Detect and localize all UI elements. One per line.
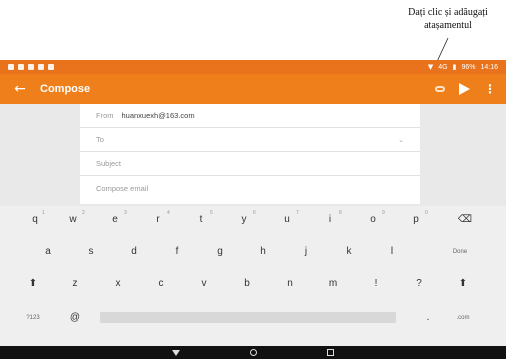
key-s[interactable]: s (76, 242, 106, 262)
body-placeholder: Compose email (96, 183, 149, 193)
key-hint: 5 (210, 210, 213, 216)
key-hint: 7 (296, 210, 299, 216)
nav-recents-icon[interactable] (327, 349, 334, 356)
annotation-line-1: Dați clic și adăugați (408, 7, 488, 18)
clock: 14:16 (480, 63, 498, 71)
key-b[interactable]: b (232, 274, 262, 294)
key-k[interactable]: k (334, 242, 364, 262)
key-q[interactable]: q (20, 210, 50, 230)
page-title: Compose (40, 83, 91, 95)
key-m[interactable]: m (318, 274, 348, 294)
key-g[interactable]: g (205, 242, 235, 262)
from-label: From (96, 111, 114, 120)
key-exclamation[interactable]: ! (361, 274, 391, 294)
notification-icons (8, 64, 54, 70)
from-field[interactable]: From huanxuexh@163.com (80, 104, 420, 128)
notification-icon (48, 64, 54, 70)
key-n[interactable]: n (275, 274, 305, 294)
from-value: huanxuexh@163.com (121, 111, 195, 120)
chevron-down-icon[interactable]: ⌄ (398, 136, 404, 144)
to-placeholder: To (96, 135, 104, 144)
key-v[interactable]: v (189, 274, 219, 294)
notification-icon (18, 64, 24, 70)
key-question[interactable]: ? (404, 274, 434, 294)
network-type: 4G (438, 63, 448, 71)
nav-home-icon[interactable] (250, 349, 257, 356)
app-bar: ← Compose ⋮ (0, 74, 506, 104)
key-a[interactable]: a (33, 242, 63, 262)
backspace-icon[interactable]: ⌫ (450, 210, 480, 230)
send-icon[interactable] (459, 83, 470, 95)
shift-icon[interactable]: ⬆ (448, 274, 478, 294)
system-nav-bar (0, 346, 506, 359)
annotation-line-2: atașamentul (424, 20, 472, 31)
notification-icon (38, 64, 44, 70)
on-screen-keyboard: q w e r t y u i o p 1 2 3 4 5 6 7 8 9 0 … (0, 206, 506, 346)
key-hint: 4 (167, 210, 170, 216)
key-f[interactable]: f (162, 242, 192, 262)
key-hint: 9 (382, 210, 385, 216)
key-l[interactable]: l (377, 242, 407, 262)
notification-icon (8, 64, 14, 70)
to-field[interactable]: To ⌄ (80, 128, 420, 152)
com-key[interactable]: .com (448, 308, 478, 328)
notification-icon (28, 64, 34, 70)
key-hint: 8 (339, 210, 342, 216)
key-j[interactable]: j (291, 242, 321, 262)
key-hint: 0 (425, 210, 428, 216)
compose-form: From huanxuexh@163.com To ⌄ Subject Comp… (80, 104, 420, 204)
period-key[interactable]: . (413, 308, 443, 328)
key-hint: 1 (42, 210, 45, 216)
subject-placeholder: Subject (96, 159, 122, 168)
battery-icon: ▮ (452, 63, 457, 71)
arrow-left-icon[interactable]: ← (0, 81, 40, 97)
key-hint: 3 (124, 210, 127, 216)
shift-icon[interactable]: ⬆ (18, 274, 48, 294)
key-hint: 6 (253, 210, 256, 216)
key-hint: 2 (82, 210, 85, 216)
key-z[interactable]: z (60, 274, 90, 294)
device-screen: ▼ 4G ▮ 96% 14:16 ← Compose ⋮ From huanxu… (0, 60, 506, 359)
at-key[interactable]: @ (60, 308, 90, 328)
wifi-icon: ▼ (427, 63, 434, 71)
status-bar: ▼ 4G ▮ 96% 14:16 (0, 60, 506, 74)
key-d[interactable]: d (119, 242, 149, 262)
spacebar[interactable] (100, 312, 396, 323)
body-field[interactable]: Compose email (80, 176, 420, 200)
nav-back-icon[interactable] (172, 349, 180, 356)
paperclip-icon[interactable] (435, 86, 445, 92)
key-h[interactable]: h (248, 242, 278, 262)
annotation-callout: Dați clic și adăugați atașamentul (390, 6, 506, 32)
battery-level: 96% (461, 63, 476, 71)
key-c[interactable]: c (146, 274, 176, 294)
subject-field[interactable]: Subject (80, 152, 420, 176)
key-x[interactable]: x (103, 274, 133, 294)
symbols-key[interactable]: ?123 (18, 308, 48, 328)
done-key[interactable]: Done (440, 242, 480, 262)
more-vert-icon[interactable]: ⋮ (484, 82, 496, 96)
